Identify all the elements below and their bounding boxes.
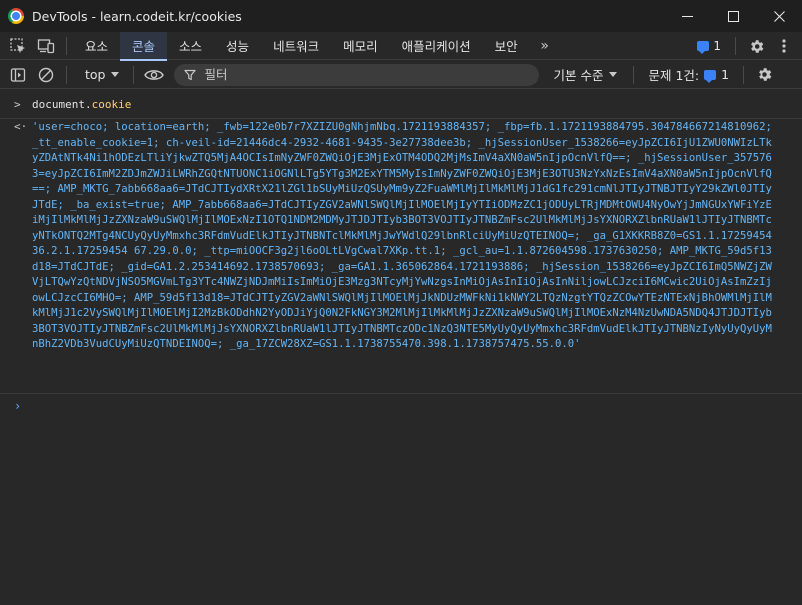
chevron-double-right-icon: » <box>540 37 549 54</box>
tab-sources[interactable]: 소스 <box>167 32 214 60</box>
result-chevron-icon: <· <box>14 120 28 133</box>
issues-count: 1 <box>721 67 730 82</box>
log-levels-label: 기본 수준 <box>553 68 604 83</box>
console-input-entry: > document.cookie <box>0 98 802 116</box>
issues-label: 문제 1건: <box>648 68 700 83</box>
chrome-logo-icon <box>8 8 24 24</box>
toolbar-divider <box>743 65 745 84</box>
console-prompt-icon[interactable]: › <box>14 399 21 413</box>
device-toolbar-button[interactable] <box>32 32 60 60</box>
console-settings-button[interactable] <box>750 61 778 89</box>
tab-console[interactable]: 콘솔 <box>120 31 168 61</box>
minimize-icon <box>681 15 693 17</box>
panel-tabs-bar: 요소 콘솔 소스 성능 네트워크 메모리 애플리케이션 보안 » 1 <box>0 31 802 61</box>
sidebar-toggle-button[interactable] <box>4 61 32 89</box>
tab-performance[interactable]: 성능 <box>214 32 261 60</box>
tab-network[interactable]: 네트워크 <box>261 32 331 60</box>
messages-badge[interactable]: 1 <box>689 39 729 54</box>
live-expression-button[interactable] <box>140 61 168 89</box>
cookie-string-result: 'user=choco; location=earth; _fwb=122e0b… <box>32 121 772 350</box>
maximize-button[interactable] <box>710 0 756 32</box>
close-button[interactable] <box>756 0 802 32</box>
filter-icon <box>184 69 197 80</box>
device-toggle-icon <box>37 38 55 53</box>
toolbar-divider <box>66 65 67 84</box>
toolbar-divider <box>66 36 67 55</box>
command-object: document. <box>32 98 92 111</box>
console-output[interactable]: > document.cookie <· 'user=choco; locati… <box>0 90 802 605</box>
more-options-button[interactable] <box>770 32 798 60</box>
panel-right-tools: 1 <box>689 32 802 60</box>
title-bar: DevTools - learn.codeit.kr/cookies <box>0 0 802 32</box>
entry-divider <box>0 118 802 119</box>
command-property: cookie <box>91 98 132 111</box>
minimize-button[interactable] <box>664 0 710 32</box>
caret-down-icon <box>609 72 618 77</box>
context-select[interactable]: top <box>73 67 127 82</box>
toolbar-divider <box>633 65 635 84</box>
tab-memory[interactable]: 메모리 <box>331 32 390 60</box>
entry-divider <box>0 393 802 394</box>
tab-elements[interactable]: 요소 <box>73 32 120 60</box>
message-icon <box>704 69 717 83</box>
settings-button[interactable] <box>742 32 770 60</box>
maximize-icon <box>727 10 739 22</box>
gear-icon <box>758 68 771 81</box>
window-controls <box>664 0 802 32</box>
window-title: DevTools - learn.codeit.kr/cookies <box>32 8 242 24</box>
caret-down-icon <box>111 72 120 77</box>
inspect-element-button[interactable] <box>4 32 32 60</box>
inspect-element-icon <box>10 37 25 53</box>
eye-icon <box>144 69 165 80</box>
clear-console-button[interactable] <box>32 61 60 89</box>
messages-count: 1 <box>713 39 721 53</box>
filter-box[interactable] <box>174 63 540 86</box>
console-command: document.cookie <box>32 98 131 111</box>
log-levels-dropdown[interactable]: 기본 수준 <box>553 65 627 84</box>
toolbar-divider <box>735 37 736 55</box>
kebab-menu-icon <box>782 39 786 53</box>
input-chevron-icon: > <box>14 98 21 111</box>
issues-badge[interactable]: 문제 1건: 1 <box>640 65 737 84</box>
toolbar-divider <box>133 65 135 84</box>
context-value: top <box>85 67 106 82</box>
gear-icon <box>750 39 763 53</box>
block-icon <box>38 67 54 82</box>
tab-application[interactable]: 애플리케이션 <box>390 32 483 60</box>
close-icon <box>773 10 785 22</box>
tab-security[interactable]: 보안 <box>483 32 530 60</box>
sidebar-icon <box>10 67 26 82</box>
console-toolbar: top 기본 수준 문제 1건: 1 <box>0 61 802 89</box>
more-tabs-button[interactable]: » <box>530 32 560 60</box>
filter-input[interactable] <box>204 67 525 82</box>
message-icon <box>697 41 710 54</box>
